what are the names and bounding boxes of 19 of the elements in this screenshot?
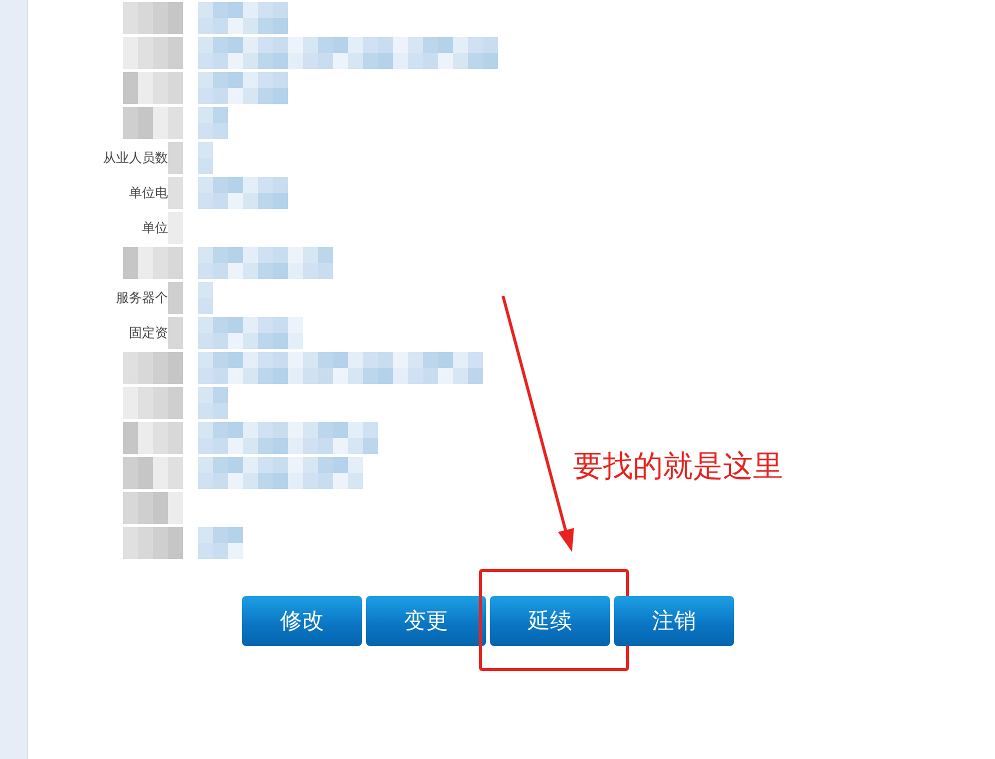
field-label: 固定资 xyxy=(129,324,168,342)
redacted-mosaic xyxy=(168,142,183,174)
redacted-mosaic xyxy=(168,316,183,348)
redacted-mosaic xyxy=(198,106,228,138)
field-label: 服务器个 xyxy=(116,290,168,306)
field-label: 单位 xyxy=(142,220,168,236)
action-button[interactable]: 延续 xyxy=(490,596,610,646)
field-label: 单位电 xyxy=(129,184,168,202)
redacted-mosaic xyxy=(168,282,183,314)
action-button[interactable]: 修改 xyxy=(242,596,362,646)
redacted-mosaic xyxy=(198,526,243,558)
annotation-note: 要找的就是这里 xyxy=(573,448,783,486)
redacted-mosaic xyxy=(198,142,213,174)
action-button[interactable]: 变更 xyxy=(366,596,486,646)
action-button[interactable]: 注销 xyxy=(614,596,734,646)
redacted-mosaic xyxy=(198,386,228,418)
redacted-mosaic xyxy=(198,282,213,314)
field-label: 从业人员数 xyxy=(103,150,168,166)
redacted-mosaic xyxy=(168,176,183,208)
